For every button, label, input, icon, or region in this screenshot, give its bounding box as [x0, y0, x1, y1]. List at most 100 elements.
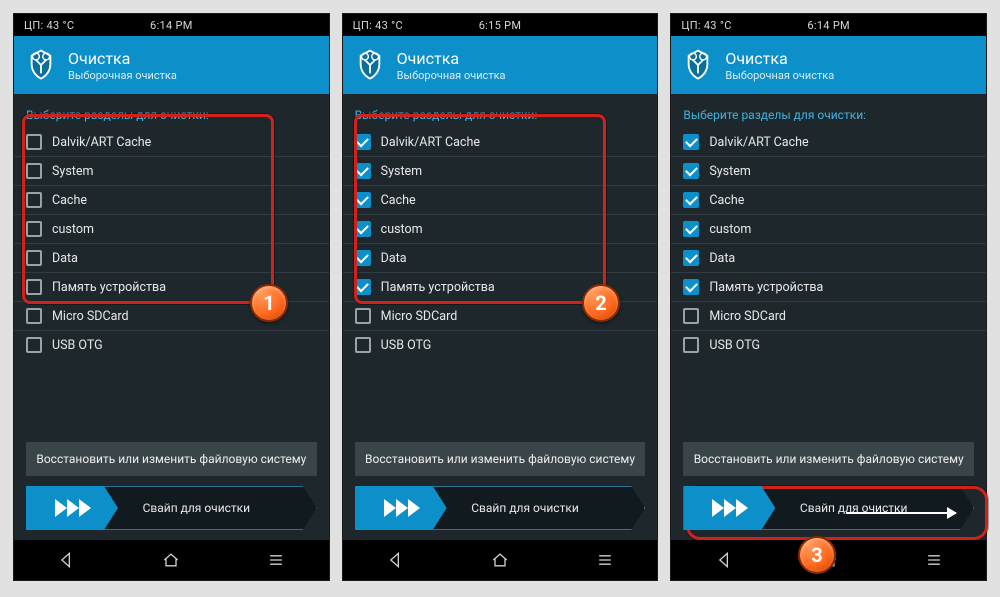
- checkbox-4[interactable]: [355, 250, 371, 266]
- partition-label: System: [381, 164, 422, 179]
- section-label: Выберите разделы для очистки:: [671, 100, 986, 128]
- partition-row[interactable]: Cache: [14, 186, 329, 215]
- page-title: Очистка: [725, 49, 834, 68]
- swipe-to-wipe[interactable]: Свайп для очистки: [683, 486, 974, 530]
- partition-row[interactable]: Dalvik/ART Cache: [671, 128, 986, 157]
- partition-label: USB OTG: [709, 338, 760, 353]
- restore-fs-button[interactable]: Восстановить или изменить файловую систе…: [355, 442, 646, 476]
- status-bar: ЦП: 43 °C 6:14 PM: [671, 14, 986, 36]
- page-title: Очистка: [68, 49, 177, 68]
- partition-row[interactable]: Cache: [343, 186, 658, 215]
- partition-label: Cache: [52, 193, 87, 208]
- checkbox-0[interactable]: [355, 134, 371, 150]
- page-subtitle: Выборочная очистка: [725, 69, 834, 82]
- swipe-handle[interactable]: [26, 486, 118, 530]
- checkbox-7[interactable]: [683, 337, 699, 353]
- checkbox-7[interactable]: [355, 337, 371, 353]
- partition-label: Micro SDCard: [381, 309, 458, 324]
- partition-label: USB OTG: [52, 338, 103, 353]
- checkbox-7[interactable]: [26, 337, 42, 353]
- checkbox-2[interactable]: [26, 192, 42, 208]
- partition-label: Dalvik/ART Cache: [381, 135, 480, 150]
- partition-row[interactable]: USB OTG: [14, 331, 329, 359]
- partition-list: Dalvik/ART Cache System Cache custom Dat…: [14, 128, 329, 359]
- cpu-temp: ЦП: 43 °C: [681, 19, 731, 32]
- swipe-to-wipe[interactable]: Свайп для очистки: [355, 486, 646, 530]
- checkbox-2[interactable]: [683, 192, 699, 208]
- partition-row[interactable]: System: [343, 157, 658, 186]
- partition-row[interactable]: Память устройства: [343, 273, 658, 302]
- swipe-handle[interactable]: [683, 486, 775, 530]
- checkbox-1[interactable]: [26, 163, 42, 179]
- twrp-logo-icon: [353, 48, 387, 82]
- partition-row[interactable]: Память устройства: [14, 273, 329, 302]
- partition-label: custom: [381, 222, 423, 237]
- chevron-right-icon: [724, 499, 736, 517]
- partition-row[interactable]: Память устройства: [671, 273, 986, 302]
- partition-row[interactable]: Data: [671, 244, 986, 273]
- clock: 6:14 PM: [150, 19, 193, 32]
- partition-row[interactable]: custom: [14, 215, 329, 244]
- checkbox-5[interactable]: [355, 279, 371, 295]
- restore-fs-button[interactable]: Восстановить или изменить файловую систе…: [683, 442, 974, 476]
- partition-label: Data: [709, 251, 735, 266]
- chevron-right-icon: [736, 499, 748, 517]
- partition-row[interactable]: Dalvik/ART Cache: [343, 128, 658, 157]
- checkbox-3[interactable]: [683, 221, 699, 237]
- partition-label: custom: [52, 222, 94, 237]
- partition-row[interactable]: Dalvik/ART Cache: [14, 128, 329, 157]
- partition-row[interactable]: custom: [671, 215, 986, 244]
- partition-row[interactable]: USB OTG: [671, 331, 986, 359]
- checkbox-2[interactable]: [355, 192, 371, 208]
- nav-home-icon[interactable]: [819, 550, 839, 570]
- checkbox-6[interactable]: [683, 308, 699, 324]
- nav-recent-icon[interactable]: [924, 550, 944, 570]
- swipe-to-wipe[interactable]: Свайп для очистки: [26, 486, 317, 530]
- page-subtitle: Выборочная очистка: [68, 69, 177, 82]
- partition-label: Dalvik/ART Cache: [52, 135, 151, 150]
- checkbox-0[interactable]: [26, 134, 42, 150]
- partition-label: System: [52, 164, 93, 179]
- partition-label: USB OTG: [381, 338, 432, 353]
- partition-row[interactable]: Data: [14, 244, 329, 273]
- checkbox-6[interactable]: [355, 308, 371, 324]
- nav-back-icon[interactable]: [385, 550, 405, 570]
- checkbox-4[interactable]: [26, 250, 42, 266]
- checkbox-6[interactable]: [26, 308, 42, 324]
- nav-recent-icon[interactable]: [595, 550, 615, 570]
- nav-recent-icon[interactable]: [266, 550, 286, 570]
- nav-back-icon[interactable]: [714, 550, 734, 570]
- partition-list: Dalvik/ART Cache System Cache custom Dat…: [343, 128, 658, 359]
- partition-label: Data: [52, 251, 78, 266]
- partition-row[interactable]: Micro SDCard: [343, 302, 658, 331]
- checkbox-1[interactable]: [355, 163, 371, 179]
- partition-row[interactable]: Cache: [671, 186, 986, 215]
- partition-row[interactable]: Data: [343, 244, 658, 273]
- swipe-handle[interactable]: [355, 486, 447, 530]
- checkbox-3[interactable]: [355, 221, 371, 237]
- partition-row[interactable]: custom: [343, 215, 658, 244]
- content-area: Выберите разделы для очистки: Dalvik/ART…: [14, 94, 329, 540]
- partition-row[interactable]: System: [671, 157, 986, 186]
- nav-home-icon[interactable]: [490, 550, 510, 570]
- chevron-right-icon: [396, 499, 408, 517]
- checkbox-0[interactable]: [683, 134, 699, 150]
- restore-fs-button[interactable]: Восстановить или изменить файловую систе…: [26, 442, 317, 476]
- nav-home-icon[interactable]: [161, 550, 181, 570]
- chevron-right-icon: [67, 499, 79, 517]
- partition-label: Cache: [709, 193, 744, 208]
- android-navbar: [671, 540, 986, 580]
- nav-back-icon[interactable]: [56, 550, 76, 570]
- phone-screen-3: ЦП: 43 °C 6:14 PM Очистка Выборочная очи…: [671, 14, 986, 580]
- checkbox-5[interactable]: [26, 279, 42, 295]
- partition-list: Dalvik/ART Cache System Cache custom Dat…: [671, 128, 986, 359]
- checkbox-4[interactable]: [683, 250, 699, 266]
- checkbox-5[interactable]: [683, 279, 699, 295]
- checkbox-1[interactable]: [683, 163, 699, 179]
- partition-row[interactable]: Micro SDCard: [671, 302, 986, 331]
- partition-label: Data: [381, 251, 407, 266]
- partition-row[interactable]: Micro SDCard: [14, 302, 329, 331]
- partition-row[interactable]: System: [14, 157, 329, 186]
- checkbox-3[interactable]: [26, 221, 42, 237]
- partition-row[interactable]: USB OTG: [343, 331, 658, 359]
